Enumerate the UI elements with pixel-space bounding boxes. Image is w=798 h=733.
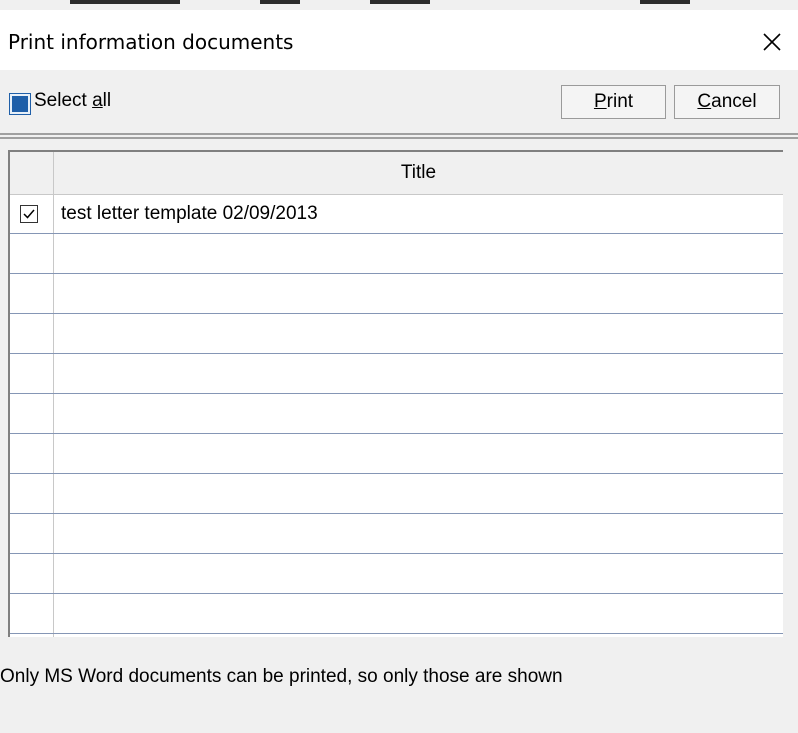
toolbar-separator	[0, 133, 798, 135]
checkmark-icon	[23, 209, 35, 219]
footer-note: Only MS Word documents can be printed, s…	[0, 666, 563, 687]
close-button[interactable]	[752, 22, 792, 62]
close-icon	[763, 33, 781, 51]
table-row[interactable]: test letter template 02/09/2013	[10, 194, 783, 234]
table-row-empty	[10, 474, 783, 514]
dialog-title: Print information documents	[8, 30, 294, 54]
background-window-edge	[0, 0, 798, 10]
table-row-empty	[10, 234, 783, 274]
select-all-label[interactable]: Select all	[34, 90, 111, 112]
print-button[interactable]: Print	[561, 85, 666, 119]
cancel-mnemonic: C	[697, 91, 712, 112]
print-mnemonic: P	[593, 91, 607, 112]
select-all-checkbox[interactable]	[9, 93, 31, 115]
toolbar-separator-inner	[0, 137, 798, 139]
table-row-empty	[10, 314, 783, 354]
table-row-empty	[10, 434, 783, 474]
row-checkbox[interactable]	[20, 205, 38, 223]
cancel-button[interactable]: Cancel	[674, 85, 780, 119]
table-row-empty	[10, 354, 783, 394]
table-row-empty	[10, 274, 783, 314]
toolbar: Select all Print Cancel	[0, 70, 798, 134]
select-all-mnemonic: a	[92, 90, 103, 111]
select-column-header[interactable]	[10, 152, 54, 194]
title-column-header[interactable]: Title	[54, 152, 783, 194]
dialog-titlebar: Print information documents	[0, 10, 798, 70]
table-row-empty	[10, 514, 783, 554]
table-row-empty	[10, 394, 783, 434]
table-header: Title	[10, 152, 783, 195]
table-row-empty	[10, 554, 783, 594]
row-title: test letter template 02/09/2013	[61, 203, 318, 224]
table-row-empty	[10, 594, 783, 634]
documents-table[interactable]: Title test letter template 02/09/2013	[8, 150, 783, 637]
